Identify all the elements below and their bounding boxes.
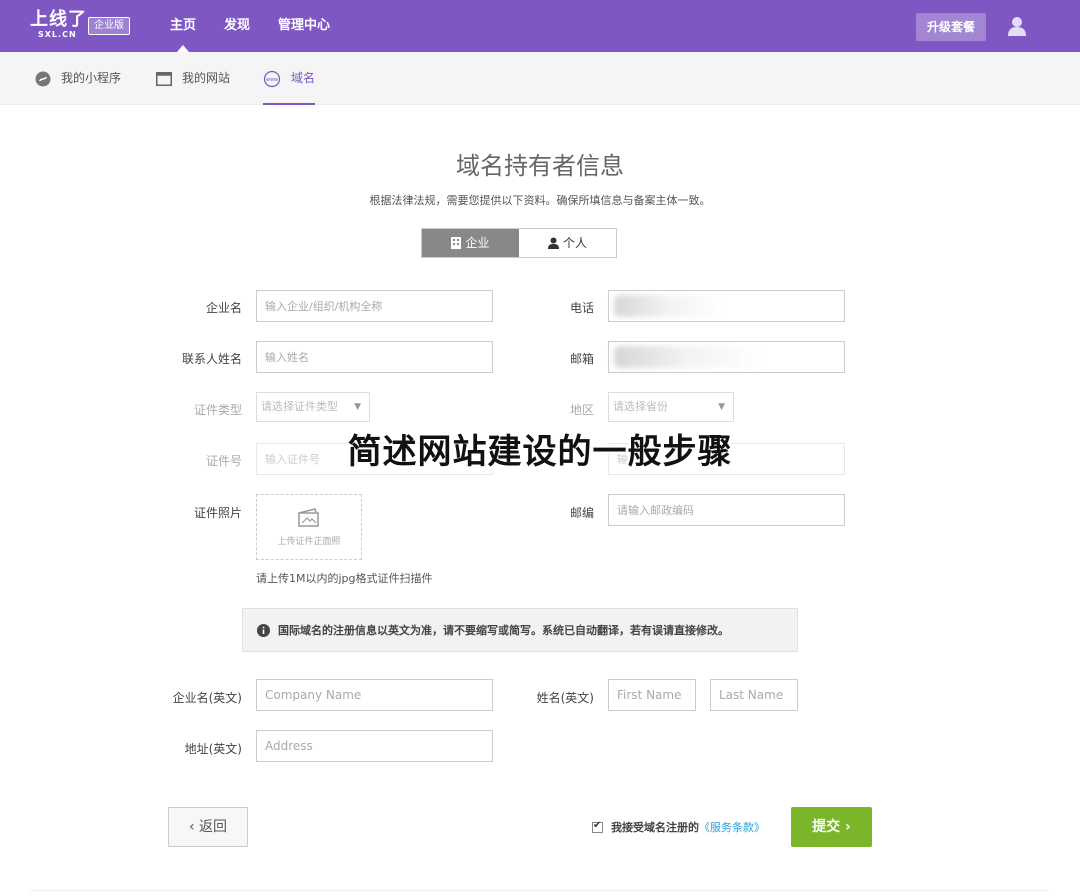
submit-button[interactable]: 提交 › (791, 807, 872, 847)
main-nav: 主页 发现 管理中心 (170, 0, 358, 52)
idtype-select-value: 请选择证件类型 (261, 400, 338, 413)
overlay-title: 简述网站建设的一般步骤 (347, 432, 733, 472)
logo-sub: SXL.CN (38, 30, 77, 39)
person-icon (547, 237, 559, 249)
subnav-domain[interactable]: www 域名 (263, 52, 316, 105)
user-icon[interactable] (1006, 15, 1028, 37)
region-select[interactable]: 请选择省份 ▼ (608, 392, 734, 422)
subnav-website-label: 我的网站 (182, 71, 231, 85)
contact-label: 联系人姓名 (181, 352, 242, 366)
logo[interactable]: 上线了 SXL.CN (30, 9, 87, 40)
page-title: 域名持有者信息 (456, 152, 624, 180)
region-select-value: 请选择省份 (613, 400, 668, 413)
globe-icon: www (263, 70, 281, 87)
nav-home[interactable]: 主页 (170, 0, 196, 52)
agree-checkbox[interactable] (592, 820, 603, 833)
address-en-input[interactable] (256, 730, 493, 762)
nav-admin[interactable]: 管理中心 (278, 0, 330, 52)
nav-discover[interactable]: 发现 (224, 0, 250, 52)
info-icon (257, 623, 270, 637)
subnav-mini-program-label: 我的小程序 (61, 71, 122, 85)
address-en-label: 地址(英文) (184, 742, 242, 756)
tab-enterprise-label: 企业 (465, 236, 490, 250)
notice-text: 国际域名的注册信息以英文为准，请不要缩写或简写。系统已自动翻译，若有误请直接修改… (278, 624, 729, 637)
photo-hint: 请上传1M以内的jpg格式证件扫描件 (256, 572, 433, 585)
tab-personal-label: 个人 (562, 236, 587, 250)
image-upload-icon (298, 508, 319, 527)
company-input[interactable] (256, 290, 493, 322)
sub-nav: 我的小程序 我的网站 www 域名 (0, 52, 1080, 105)
notice-box: 国际域名的注册信息以英文为准，请不要缩写或简写。系统已自动翻译，若有误请直接修改… (242, 608, 798, 652)
tab-personal[interactable]: 个人 (519, 229, 616, 257)
phone-redacted (614, 295, 724, 317)
holder-type-toggle: 企业 个人 (421, 228, 617, 258)
agree-text: 我接受域名注册的 (611, 821, 699, 834)
company-en-label: 企业名(英文) (172, 691, 242, 705)
upgrade-button[interactable]: 升级套餐 (916, 13, 986, 41)
divider (30, 890, 1050, 891)
page-description: 根据法律法规，需要您提供以下资料。确保所填信息与备案主体一致。 (369, 194, 711, 207)
company-en-input[interactable] (256, 679, 493, 711)
idtype-label: 证件类型 (193, 403, 242, 417)
chevron-down-icon: ▼ (354, 402, 361, 412)
zip-input[interactable] (608, 494, 845, 526)
agree-terms: 我接受域名注册的 《服务条款》 (592, 819, 765, 835)
email-redacted (614, 346, 764, 368)
subnav-domain-label: 域名 (291, 71, 316, 85)
building-icon (451, 237, 462, 249)
tab-enterprise[interactable]: 企业 (422, 229, 519, 257)
logo-main: 上线了 (30, 9, 87, 30)
region-label: 地区 (569, 403, 594, 417)
edition-badge: 企业版 (88, 17, 130, 35)
subnav-mini-program[interactable]: 我的小程序 (35, 52, 121, 105)
photo-upload[interactable]: 上传证件正面照 (256, 494, 362, 560)
chevron-down-icon: ▼ (718, 402, 725, 412)
svg-text:www: www (266, 77, 278, 83)
name-en-label: 姓名(英文) (536, 691, 594, 705)
mini-program-icon (35, 71, 51, 86)
company-label: 企业名 (205, 301, 242, 315)
last-name-input[interactable] (710, 679, 798, 711)
top-bar: 上线了 SXL.CN 企业版 主页 发现 管理中心 升级套餐 (0, 0, 1080, 52)
first-name-input[interactable] (608, 679, 696, 711)
photo-label: 证件照片 (193, 506, 242, 520)
email-label: 邮箱 (569, 352, 594, 366)
phone-label: 电话 (569, 301, 594, 315)
zip-label: 邮编 (569, 506, 594, 520)
back-button[interactable]: ‹ 返回 (168, 807, 248, 847)
contact-input[interactable] (256, 341, 493, 373)
website-icon (156, 71, 172, 86)
subnav-website[interactable]: 我的网站 (156, 52, 230, 105)
photo-upload-text: 上传证件正面照 (277, 537, 341, 547)
terms-link[interactable]: 《服务条款》 (699, 819, 765, 835)
idtype-select[interactable]: 请选择证件类型 ▼ (256, 392, 370, 422)
